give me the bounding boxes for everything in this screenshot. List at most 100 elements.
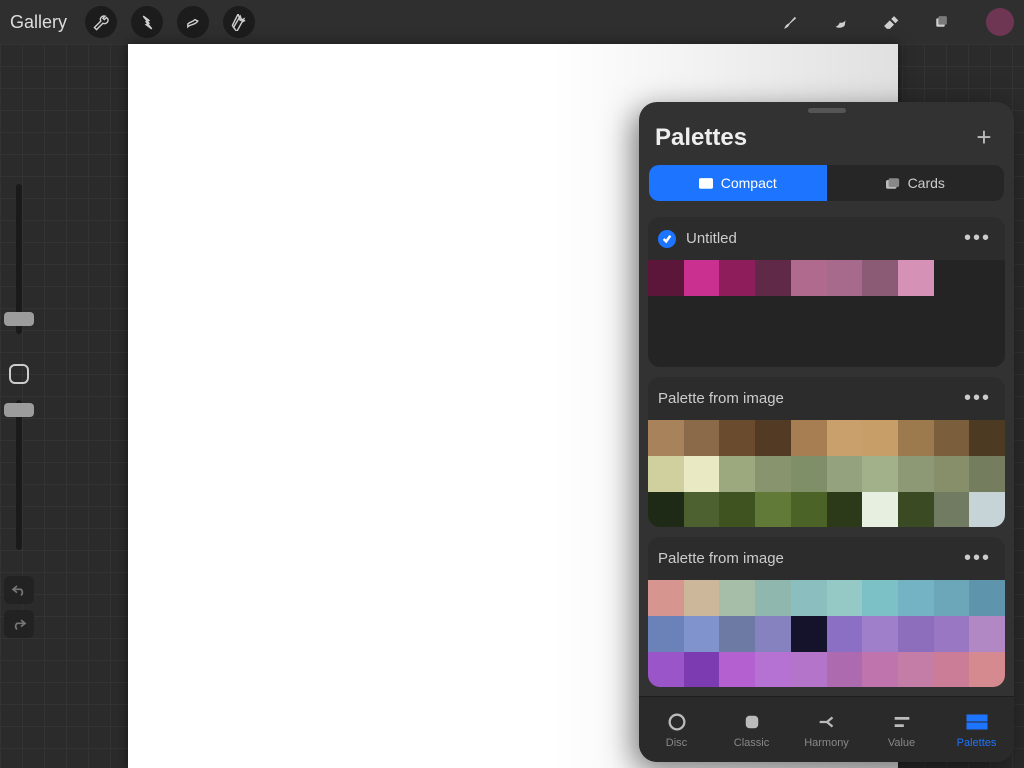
swatch[interactable] (969, 420, 1005, 456)
swatch[interactable] (934, 652, 970, 688)
swatch[interactable] (934, 420, 970, 456)
swatch[interactable] (755, 456, 791, 492)
swatch[interactable] (898, 296, 934, 332)
swatch[interactable] (648, 260, 684, 296)
swatch[interactable] (862, 616, 898, 652)
modify-button[interactable] (9, 364, 29, 384)
swatch[interactable] (755, 296, 791, 332)
swatch[interactable] (827, 580, 863, 616)
seg-cards[interactable]: Cards (827, 165, 1005, 201)
panel-grabber[interactable] (808, 108, 846, 113)
swatch[interactable] (934, 616, 970, 652)
swatch[interactable] (719, 652, 755, 688)
swatch[interactable] (969, 492, 1005, 528)
swatch[interactable] (684, 296, 720, 332)
gallery-button[interactable]: Gallery (10, 12, 67, 33)
swatch[interactable] (898, 456, 934, 492)
swatch[interactable] (898, 652, 934, 688)
swatch[interactable] (898, 331, 934, 367)
swatch[interactable] (648, 420, 684, 456)
selection-icon[interactable] (177, 6, 209, 38)
adjustments-icon[interactable] (131, 6, 163, 38)
tab-palettes[interactable]: Palettes (939, 697, 1014, 762)
active-color-chip[interactable] (986, 8, 1014, 36)
swatch[interactable] (934, 492, 970, 528)
brush-size-slider[interactable] (16, 184, 22, 334)
swatch[interactable] (791, 331, 827, 367)
swatch[interactable] (898, 580, 934, 616)
swatch[interactable] (648, 296, 684, 332)
swatch[interactable] (969, 456, 1005, 492)
swatch[interactable] (719, 296, 755, 332)
swatch[interactable] (719, 420, 755, 456)
palette-more-button[interactable]: ••• (960, 387, 995, 410)
swatch[interactable] (684, 456, 720, 492)
palette-more-button[interactable]: ••• (960, 547, 995, 570)
swatch[interactable] (648, 492, 684, 528)
swatch[interactable] (755, 260, 791, 296)
swatch[interactable] (755, 616, 791, 652)
swatch[interactable] (898, 616, 934, 652)
swatch[interactable] (862, 331, 898, 367)
swatch[interactable] (648, 652, 684, 688)
swatch[interactable] (719, 331, 755, 367)
swatch[interactable] (791, 420, 827, 456)
swatch[interactable] (934, 456, 970, 492)
wrench-icon[interactable] (85, 6, 117, 38)
tab-harmony[interactable]: Harmony (789, 697, 864, 762)
swatch[interactable] (719, 260, 755, 296)
swatch[interactable] (934, 331, 970, 367)
swatch[interactable] (684, 260, 720, 296)
brush-icon[interactable] (778, 10, 802, 34)
swatch[interactable] (648, 331, 684, 367)
swatch[interactable] (898, 492, 934, 528)
selected-check-icon[interactable] (658, 230, 676, 248)
swatch[interactable] (934, 296, 970, 332)
swatch[interactable] (862, 580, 898, 616)
opacity-slider[interactable] (16, 400, 22, 550)
swatch[interactable] (791, 652, 827, 688)
swatch[interactable] (791, 456, 827, 492)
swatch[interactable] (827, 331, 863, 367)
swatch[interactable] (684, 652, 720, 688)
transform-icon[interactable] (223, 6, 255, 38)
swatch[interactable] (862, 652, 898, 688)
swatch[interactable] (684, 331, 720, 367)
tab-value[interactable]: Value (864, 697, 939, 762)
palette-name[interactable]: Palette from image (658, 390, 960, 407)
eraser-icon[interactable] (878, 10, 902, 34)
undo-button[interactable] (4, 576, 34, 604)
swatch[interactable] (719, 456, 755, 492)
seg-compact[interactable]: Compact (649, 165, 827, 201)
swatch[interactable] (648, 616, 684, 652)
swatch[interactable] (791, 260, 827, 296)
swatch[interactable] (755, 652, 791, 688)
swatch[interactable] (827, 492, 863, 528)
smudge-icon[interactable] (828, 10, 852, 34)
swatch[interactable] (969, 616, 1005, 652)
swatch[interactable] (862, 260, 898, 296)
swatch[interactable] (827, 420, 863, 456)
swatch[interactable] (969, 296, 1005, 332)
swatch[interactable] (755, 420, 791, 456)
swatch[interactable] (684, 616, 720, 652)
palette-more-button[interactable]: ••• (960, 227, 995, 250)
swatch[interactable] (969, 331, 1005, 367)
swatch[interactable] (648, 580, 684, 616)
swatch[interactable] (934, 260, 970, 296)
swatch[interactable] (862, 456, 898, 492)
swatch[interactable] (827, 652, 863, 688)
swatch[interactable] (684, 580, 720, 616)
tab-classic[interactable]: Classic (714, 697, 789, 762)
swatch[interactable] (719, 616, 755, 652)
swatch[interactable] (755, 492, 791, 528)
swatch[interactable] (719, 492, 755, 528)
swatch[interactable] (827, 296, 863, 332)
swatch[interactable] (862, 492, 898, 528)
palette-name[interactable]: Untitled (686, 230, 960, 247)
swatch[interactable] (898, 420, 934, 456)
swatch[interactable] (969, 580, 1005, 616)
swatch[interactable] (755, 331, 791, 367)
swatch[interactable] (827, 260, 863, 296)
swatch[interactable] (755, 580, 791, 616)
